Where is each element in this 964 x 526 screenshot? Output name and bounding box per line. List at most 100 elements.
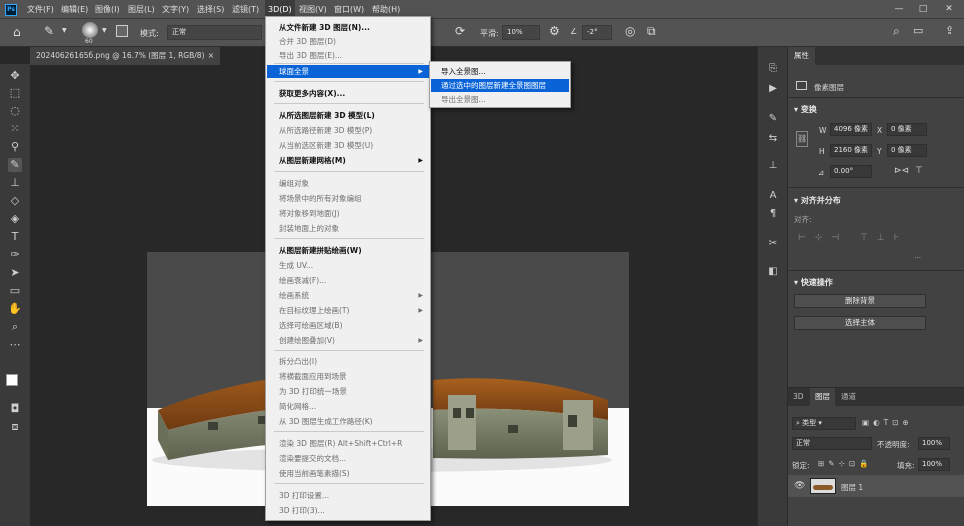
menu-item-split-extrusion[interactable]: 拆分凸出(I) bbox=[267, 355, 429, 368]
angle-input[interactable]: 0.00° bbox=[830, 165, 872, 178]
move-tool-icon[interactable]: ✥ bbox=[8, 69, 22, 83]
brush-settings-icon[interactable] bbox=[116, 25, 128, 37]
menu-item-3d-print[interactable]: 3D 打印(3)... bbox=[267, 504, 429, 517]
quick-actions-title[interactable]: ▾ 快速操作 bbox=[794, 277, 833, 288]
menu-item-get-more-content[interactable]: 获取更多内容(X)... bbox=[267, 87, 429, 100]
type-tool-icon[interactable]: T bbox=[8, 230, 22, 244]
adjustments-icon[interactable]: ⇆ bbox=[766, 132, 780, 146]
menu-item-new-tiled-painting[interactable]: 从图层新建拼贴绘画(W) bbox=[267, 244, 429, 257]
flip-vertical-icon[interactable]: ⊤ bbox=[915, 166, 923, 176]
tab-3d[interactable]: 3D bbox=[788, 388, 809, 406]
chevron-down-icon[interactable]: ▼ bbox=[102, 27, 107, 34]
menu-image[interactable]: 图像(I) bbox=[92, 0, 123, 19]
menu-item-apply-cross-section[interactable]: 将横截面应用到场景 bbox=[267, 370, 429, 383]
paragraph-icon[interactable]: ¶ bbox=[766, 207, 780, 221]
layer-filter-select[interactable]: ⌕ 类型 ▾ bbox=[792, 417, 856, 430]
menu-item-new-mesh-from-layer[interactable]: 从图层新建网格(M) ▶ bbox=[267, 154, 429, 167]
zoom-tool-icon[interactable]: ⌕ bbox=[8, 320, 22, 334]
transform-title[interactable]: ▾ 变换 bbox=[794, 104, 817, 115]
menu-item-select-paintable[interactable]: 选择可绘画区域(B) bbox=[267, 319, 429, 332]
screen-mode-icon[interactable]: ⧈ bbox=[8, 420, 22, 434]
quick-mask-icon[interactable]: ◘ bbox=[8, 402, 22, 416]
layer-row[interactable]: 👁 图层 1 bbox=[788, 475, 964, 497]
menu-file[interactable]: 文件(F) bbox=[24, 0, 57, 19]
play-icon[interactable]: ▶ bbox=[766, 82, 780, 96]
menu-item-group-all-objects[interactable]: 将场景中的所有对象编组 bbox=[267, 192, 429, 205]
menu-item-new-3d-layer-from-file[interactable]: 从文件新建 3D 图层(N)... bbox=[267, 21, 429, 34]
pressure-icon[interactable]: ◎ bbox=[625, 24, 635, 38]
lock-icons[interactable]: ⊞✎⊹⊡🔒 bbox=[818, 459, 872, 468]
brush-settings-panel-icon[interactable]: ✎ bbox=[766, 112, 780, 126]
tab-channels[interactable]: 通道 bbox=[836, 388, 861, 406]
eraser-tool-icon[interactable]: ◇ bbox=[8, 194, 22, 208]
eyedropper-icon[interactable]: ⚲ bbox=[8, 140, 22, 154]
brush-tool-icon[interactable]: ✎ bbox=[8, 158, 22, 172]
libraries-icon[interactable]: ◧ bbox=[766, 265, 780, 279]
filter-icons[interactable]: ▣◐T⊡⊕ bbox=[862, 418, 913, 427]
rectangle-tool-icon[interactable]: ▭ bbox=[8, 284, 22, 298]
marquee-tool-icon[interactable]: ⬚ bbox=[8, 86, 22, 100]
opacity-input[interactable]: 100% bbox=[918, 437, 950, 450]
link-icon[interactable]: ⛓ bbox=[796, 131, 808, 147]
airbrush-icon[interactable]: ⟳ bbox=[455, 24, 465, 38]
menu-item-new-3d-from-path[interactable]: 从所选路径新建 3D 模型(P) bbox=[267, 124, 429, 137]
layer-name[interactable]: 图层 1 bbox=[841, 482, 863, 493]
minimize-icon[interactable]: — bbox=[888, 0, 910, 19]
symmetry-icon[interactable]: ⧉ bbox=[647, 24, 656, 39]
search-icon[interactable]: ⌕ bbox=[893, 24, 900, 39]
gear-icon[interactable]: ⚙ bbox=[549, 24, 560, 38]
menu-item-paint-on-target[interactable]: 在目标纹理上绘画(T) ▶ bbox=[267, 304, 429, 317]
menu-type[interactable]: 文字(Y) bbox=[159, 0, 192, 19]
submenu-item-export-panorama[interactable]: 导出全景图... bbox=[431, 93, 569, 106]
mode-select[interactable]: 正常 bbox=[167, 25, 262, 40]
align-more[interactable]: ... bbox=[914, 251, 921, 260]
more-tools-icon[interactable]: ⋯ bbox=[8, 338, 22, 352]
brush-tool-icon[interactable]: ✎ bbox=[44, 24, 54, 38]
workspace-icon[interactable]: ▭ bbox=[913, 24, 923, 37]
menu-item-pack-objects[interactable]: 封装地面上的对象 bbox=[267, 222, 429, 235]
document-tab[interactable]: 20240626165б.png @ 16.7% (图层 1, RGB/8) × bbox=[30, 47, 220, 65]
pen-tool-icon[interactable]: ✑ bbox=[8, 248, 22, 262]
flip-horizontal-icon[interactable]: ⊳⊲ bbox=[894, 166, 909, 176]
eye-icon[interactable]: 👁 bbox=[794, 481, 805, 491]
path-select-icon[interactable]: ➤ bbox=[8, 266, 22, 280]
menu-item-render-for-submit[interactable]: 渲染要提交的文档... bbox=[267, 452, 429, 465]
menu-item-render-3d-layer[interactable]: 渲染 3D 图层(R) Alt+Shift+Ctrl+R bbox=[267, 437, 429, 450]
gradient-tool-icon[interactable]: ◈ bbox=[8, 212, 22, 226]
quick-select-icon[interactable]: ⁙ bbox=[8, 122, 22, 136]
menu-item-sketch-with-brush[interactable]: 使用当前画笔素描(S) bbox=[267, 467, 429, 480]
align-title[interactable]: ▾ 对齐并分布 bbox=[794, 195, 841, 206]
maximize-icon[interactable]: □ bbox=[912, 0, 934, 19]
menu-item-paint-falloff[interactable]: 绘画衰减(F)... bbox=[267, 274, 429, 287]
submenu-item-import-panorama[interactable]: 导入全景图... bbox=[431, 65, 569, 78]
tab-layers[interactable]: 图层 bbox=[810, 388, 835, 406]
menu-item-merge-3d-layers[interactable]: 合并 3D 图层(D) bbox=[267, 35, 429, 48]
character-icon[interactable]: A bbox=[766, 189, 780, 203]
menu-item-unify-scene[interactable]: 为 3D 打印统一场景 bbox=[267, 385, 429, 398]
menu-item-new-3d-from-layer[interactable]: 从所选图层新建 3D 模型(L) bbox=[267, 109, 429, 122]
menu-item-group-objects[interactable]: 编组对象 bbox=[267, 177, 429, 190]
close-window-icon[interactable]: ✕ bbox=[938, 0, 960, 19]
y-input[interactable]: 0 像素 bbox=[887, 144, 927, 157]
menu-layer[interactable]: 图层(L) bbox=[125, 0, 158, 19]
hand-tool-icon[interactable]: ✋ bbox=[8, 302, 22, 316]
menu-item-new-3d-from-selection[interactable]: 从当前选区新建 3D 模型(U) bbox=[267, 139, 429, 152]
menu-item-work-path-from-3d[interactable]: 从 3D 图层生成工作路径(K) bbox=[267, 415, 429, 428]
share-icon[interactable]: ⇪ bbox=[945, 24, 954, 37]
lasso-tool-icon[interactable]: ◌ bbox=[8, 104, 22, 118]
select-subject-button[interactable]: 选择主体 bbox=[794, 316, 926, 330]
menu-item-export-3d-layer[interactable]: 导出 3D 图层(E)... bbox=[267, 49, 429, 62]
foreground-color-swatch[interactable] bbox=[6, 374, 18, 386]
smooth-select[interactable]: 10% bbox=[502, 25, 540, 40]
close-tab-icon[interactable]: × bbox=[208, 47, 214, 65]
menu-edit[interactable]: 编辑(E) bbox=[58, 0, 91, 19]
remove-background-button[interactable]: 删除背景 bbox=[794, 294, 926, 308]
menu-item-create-overlay[interactable]: 创建绘图叠加(V) ▶ bbox=[267, 334, 429, 347]
align-icons[interactable]: ⊢⊹⊣ ⊤⊥⊦ bbox=[798, 233, 907, 243]
x-input[interactable]: 0 像素 bbox=[887, 123, 927, 136]
menu-item-paint-system[interactable]: 绘画系统 ▶ bbox=[267, 289, 429, 302]
menu-item-generate-uv[interactable]: 生成 UV... bbox=[267, 259, 429, 272]
tools-settings-icon[interactable]: ✂ bbox=[766, 237, 780, 251]
menu-filter[interactable]: 滤镜(T) bbox=[229, 0, 262, 19]
menu-item-spherical-panorama[interactable]: 球面全景 ▶ bbox=[267, 65, 429, 78]
